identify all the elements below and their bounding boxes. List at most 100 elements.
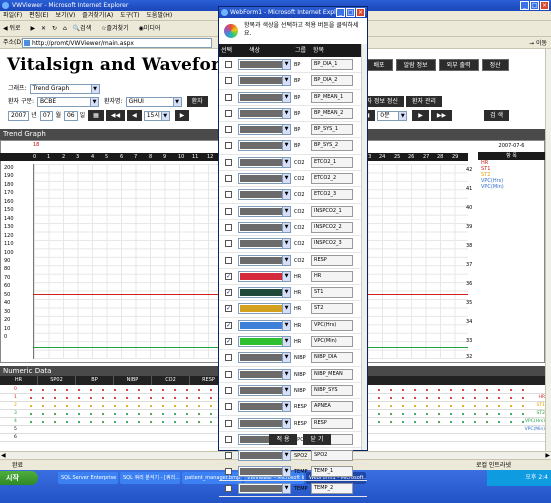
color-select[interactable]: ▼ — [238, 75, 291, 87]
prev-button[interactable]: ◀ — [127, 110, 142, 121]
menu-edit[interactable]: 편집(E) — [29, 12, 49, 19]
stop-icon[interactable]: ✕ — [41, 25, 46, 32]
media-button[interactable]: ◉미디어 — [139, 25, 165, 32]
scroll-right-icon[interactable]: ▶ — [545, 452, 550, 459]
row-checkbox[interactable] — [225, 126, 232, 134]
maximize-button[interactable]: □ — [530, 1, 539, 10]
calendar-button[interactable]: ▦ — [88, 110, 104, 121]
search-submit-button[interactable]: 검 색 — [484, 110, 510, 121]
row-checkbox[interactable] — [225, 240, 232, 248]
row-checkbox[interactable] — [225, 256, 232, 264]
menu-help[interactable]: 도움말(H) — [146, 12, 172, 19]
tab-hr[interactable]: HR — [0, 376, 38, 385]
first-page-button[interactable]: ◀◀ — [105, 110, 126, 121]
color-select[interactable]: ▼ — [238, 336, 291, 348]
color-select[interactable]: ▼ — [238, 173, 291, 185]
color-select[interactable]: ▼ — [238, 384, 291, 396]
row-checkbox[interactable] — [225, 142, 232, 150]
close-button[interactable]: × — [540, 1, 549, 10]
color-select[interactable]: ▼ — [238, 221, 291, 233]
row-checkbox[interactable]: ✓ — [225, 272, 232, 280]
dialog-close-button[interactable]: × — [356, 8, 365, 17]
tab-bp[interactable]: BP — [76, 376, 114, 385]
row-checkbox[interactable] — [225, 175, 232, 183]
row-checkbox[interactable]: ✓ — [225, 321, 232, 329]
color-select[interactable]: ▼ — [238, 450, 291, 462]
menu-favorites[interactable]: 즐겨찾기(A) — [82, 12, 113, 19]
row-checkbox[interactable] — [225, 386, 232, 394]
color-select[interactable]: ▼ — [238, 482, 291, 494]
row-checkbox[interactable] — [225, 484, 232, 492]
row-checkbox[interactable] — [225, 223, 232, 231]
scroll-left-icon[interactable]: ◀ — [1, 452, 6, 459]
color-select[interactable]: ▼ — [238, 368, 291, 380]
color-select[interactable]: ▼ — [238, 417, 291, 429]
hour-select[interactable]: 15시 ▼ — [143, 110, 170, 121]
back-button[interactable]: ◀ 뒤로 — [3, 25, 25, 32]
nav-distribute-button[interactable]: 배포 — [365, 59, 393, 71]
color-select[interactable]: ▼ — [238, 124, 291, 136]
color-select[interactable]: ▼ — [238, 205, 291, 217]
tab-co2[interactable]: CO2 — [152, 376, 190, 385]
minute-select[interactable]: 0분 ▼ — [377, 110, 408, 121]
row-checkbox[interactable] — [225, 93, 232, 101]
color-select[interactable]: ▼ — [238, 319, 291, 331]
address-input[interactable]: http://promt/VWViewer/main.aspx — [22, 38, 212, 48]
row-checkbox[interactable]: ✓ — [225, 338, 232, 346]
favorites-button[interactable]: ☆즐겨찾기 — [101, 25, 132, 32]
row-checkbox[interactable] — [225, 191, 232, 199]
day-input[interactable]: 06 — [63, 110, 78, 121]
task-sql-enterprise[interactable]: SQL Server Enterprise Ma... — [58, 472, 118, 484]
forward-button[interactable]: ▶ — [31, 25, 36, 32]
vertical-scrollbar[interactable] — [545, 49, 551, 451]
row-checkbox[interactable] — [225, 452, 232, 460]
minimize-button[interactable]: _ — [520, 1, 529, 10]
row-checkbox[interactable] — [225, 354, 232, 362]
menu-view[interactable]: 보기(V) — [56, 12, 76, 19]
task-sql-query[interactable]: SQL 쿼리 분석기 - [쿼리... — [120, 472, 180, 484]
color-select[interactable]: ▼ — [238, 189, 291, 201]
row-checkbox[interactable] — [225, 207, 232, 215]
color-select[interactable]: ▼ — [238, 254, 291, 266]
patient-button[interactable]: 환자 — [186, 96, 208, 107]
apply-button[interactable]: 적 용 — [269, 434, 297, 445]
tab-spo2[interactable]: SP02 — [38, 376, 76, 385]
row-checkbox[interactable]: ✓ — [225, 305, 232, 313]
row-checkbox[interactable] — [225, 370, 232, 378]
color-select[interactable]: ▼ — [238, 107, 291, 119]
menu-file[interactable]: 파일(F) — [3, 12, 22, 19]
row-checkbox[interactable] — [225, 403, 232, 411]
row-checkbox[interactable] — [225, 435, 232, 443]
nav-settle-button[interactable]: 정산 — [481, 59, 509, 71]
dialog-maximize-button[interactable]: □ — [346, 8, 355, 17]
color-select[interactable]: ▼ — [238, 140, 291, 152]
refresh-icon[interactable]: ↻ — [52, 25, 57, 32]
row-checkbox[interactable] — [225, 158, 232, 166]
color-select[interactable]: ▼ — [238, 270, 291, 282]
color-select[interactable]: ▼ — [238, 238, 291, 250]
graph-select[interactable]: Trend Graph ▼ — [29, 83, 100, 94]
last-minute-button[interactable]: ▶▶ — [430, 110, 453, 121]
tab-nibp[interactable]: NIBP — [114, 376, 152, 385]
nav-alarm-button[interactable]: 알람 정보 — [395, 59, 436, 71]
row-checkbox[interactable] — [225, 419, 232, 427]
color-select[interactable]: ▼ — [238, 287, 291, 299]
patient-manage-button[interactable]: 환자 관리 — [405, 96, 442, 107]
menu-tools[interactable]: 도구(T) — [120, 12, 139, 19]
nav-export-button[interactable]: 외부 출력 — [438, 59, 479, 71]
color-select[interactable]: ▼ — [238, 401, 291, 413]
home-icon[interactable]: ⌂ — [63, 25, 67, 32]
color-select[interactable]: ▼ — [238, 466, 291, 478]
row-checkbox[interactable]: ✓ — [225, 289, 232, 297]
dialog-minimize-button[interactable]: _ — [336, 8, 345, 17]
row-checkbox[interactable] — [225, 77, 232, 85]
year-input[interactable]: 2007 — [8, 110, 30, 121]
color-select[interactable]: ▼ — [238, 303, 291, 315]
start-button[interactable]: 시작 — [0, 471, 38, 485]
row-checkbox[interactable] — [225, 468, 232, 476]
close-dialog-button[interactable]: 닫 기 — [303, 434, 331, 445]
patient-select[interactable]: GHUI ▼ — [125, 96, 182, 107]
next-button[interactable]: ▶ — [174, 110, 190, 121]
month-input[interactable]: 07 — [39, 110, 54, 121]
ward-select[interactable]: BCBE ▼ — [37, 96, 100, 107]
